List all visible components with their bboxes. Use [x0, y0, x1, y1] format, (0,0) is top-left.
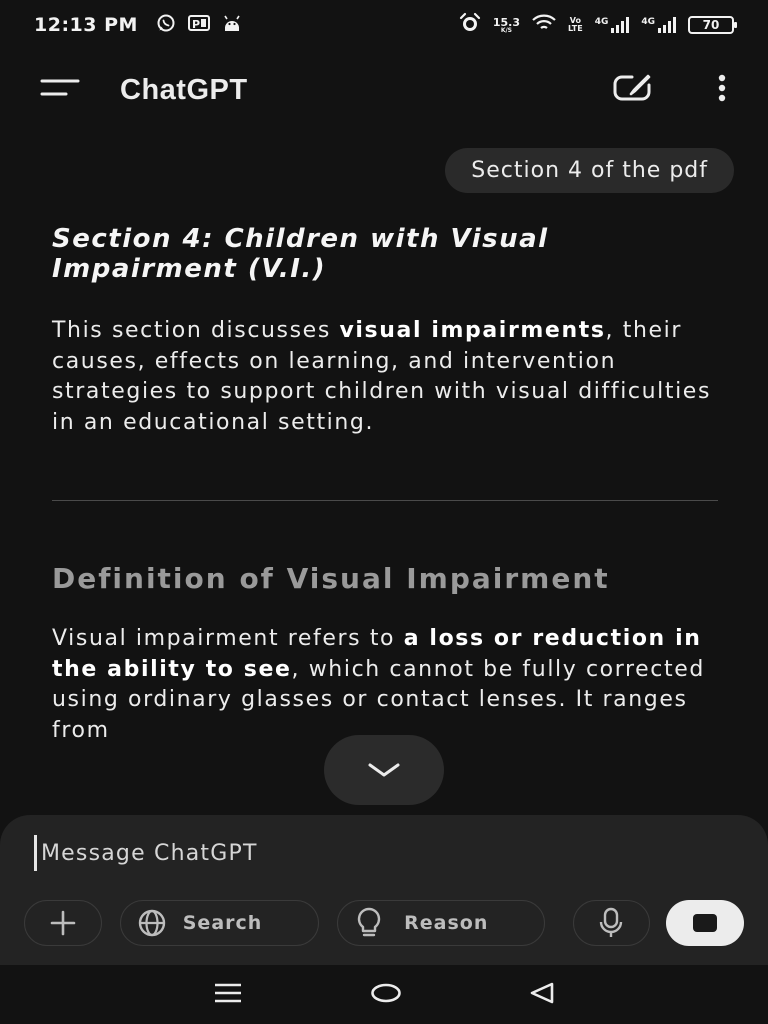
response-paragraph-2: Visual impairment refers to a loss or re… [52, 624, 722, 746]
volte-bottom: LTE [567, 24, 583, 33]
plus-icon [50, 910, 76, 936]
alarm-icon [459, 12, 481, 38]
attach-button[interactable] [24, 900, 102, 946]
reason-button[interactable]: Reason [337, 900, 545, 946]
response-paragraph-1: This section discusses visual impairment… [52, 316, 722, 438]
network-type-1: 4G [594, 17, 609, 27]
speed-unit: K/S [500, 26, 512, 34]
scroll-down-button[interactable] [324, 735, 444, 805]
assistant-response: Section 4: Children with Visual Impairme… [52, 224, 722, 746]
response-subheading: Definition of Visual Impairment [52, 562, 610, 595]
lightbulb-icon [357, 907, 381, 937]
network-type-2: 4G [641, 17, 655, 27]
chat-thread: Section 4 of the pdf Section 4: Children… [0, 130, 768, 820]
composer-tools: Search Reason [24, 900, 744, 946]
signal-icon [658, 17, 676, 33]
screen: 12:13 PM P 15.3 K/S Vo LTE 4G 4G 70 Chat… [0, 0, 768, 1024]
whatsapp-icon [156, 13, 176, 37]
signal-2: 4G [641, 17, 676, 33]
svg-text:P: P [192, 18, 200, 31]
back-icon[interactable] [529, 981, 555, 1009]
recents-icon[interactable] [213, 982, 243, 1008]
new-chat-icon[interactable] [612, 73, 654, 107]
app-bar-actions [612, 73, 728, 107]
app-title: ChatGPT [120, 73, 248, 106]
search-button[interactable]: Search [119, 900, 320, 946]
search-label: Search [182, 912, 263, 934]
status-right-icons: 15.3 K/S Vo LTE 4G 4G 70 [459, 12, 737, 38]
volte-indicator: Vo LTE [568, 17, 583, 33]
mic-icon [600, 907, 623, 937]
voice-button[interactable] [572, 900, 651, 946]
p1-bold: visual impairments [339, 318, 606, 343]
composer: Search Reason [0, 815, 768, 965]
system-nav-bar [0, 965, 768, 1024]
stop-icon [693, 914, 718, 932]
wifi-icon [532, 14, 556, 36]
user-message-bubble[interactable]: Section 4 of the pdf [445, 148, 734, 193]
app-bar: ChatGPT [0, 50, 768, 130]
network-speed: 15.3 K/S [493, 17, 520, 34]
speed-value: 15.3 [492, 15, 520, 29]
stop-button[interactable] [666, 900, 744, 946]
p2-text: Visual impairment refers to [52, 626, 404, 651]
status-time: 12:13 PM [34, 14, 138, 36]
response-heading: Section 4: Children with Visual Impairme… [52, 224, 549, 284]
signal-1: 4G [595, 17, 630, 33]
android-icon [222, 14, 242, 36]
home-icon[interactable] [370, 982, 402, 1008]
signal-icon [611, 17, 630, 33]
reason-label: Reason [404, 912, 489, 934]
p1-text: This section discusses [52, 318, 340, 343]
status-bar: 12:13 PM P 15.3 K/S Vo LTE 4G 4G 70 [0, 0, 768, 50]
message-input[interactable] [34, 835, 714, 871]
parking-icon: P [187, 14, 210, 36]
battery-level: 70 [702, 18, 720, 32]
menu-icon[interactable] [40, 77, 80, 103]
battery-icon: 70 [688, 16, 737, 34]
chevron-down-icon [368, 763, 400, 777]
divider [52, 500, 718, 501]
globe-icon [138, 909, 165, 937]
more-vert-icon[interactable] [716, 74, 728, 106]
status-left-icons: P [156, 13, 242, 37]
